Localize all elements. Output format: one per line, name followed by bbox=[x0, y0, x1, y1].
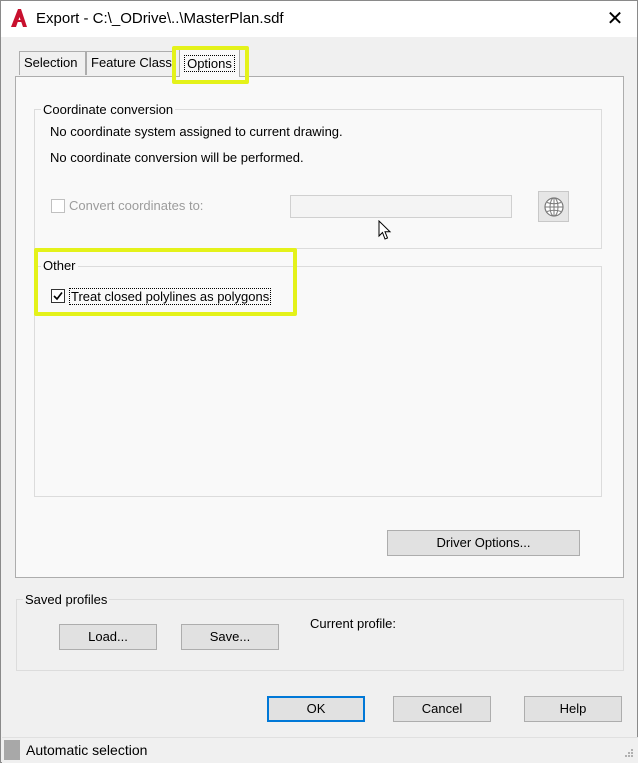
save-profile-button[interactable]: Save... bbox=[181, 624, 279, 650]
autocad-app-icon bbox=[11, 9, 27, 27]
close-icon[interactable]: ✕ bbox=[597, 5, 633, 33]
tab-label: Feature Class bbox=[91, 55, 172, 70]
status-bar: Automatic selection bbox=[2, 737, 638, 763]
driver-options-button[interactable]: Driver Options... bbox=[387, 530, 580, 556]
no-conversion-text: No coordinate conversion will be perform… bbox=[50, 150, 304, 165]
tab-label: Selection bbox=[24, 55, 78, 70]
coordinate-conversion-label: Coordinate conversion bbox=[41, 102, 176, 117]
convert-coordinates-checkbox[interactable] bbox=[51, 199, 65, 213]
resize-grip-icon[interactable] bbox=[622, 748, 634, 760]
globe-icon bbox=[544, 197, 564, 217]
convert-coordinates-label: Convert coordinates to: bbox=[69, 198, 204, 213]
status-text: Automatic selection bbox=[26, 742, 148, 758]
tab-selection[interactable]: Selection bbox=[19, 51, 86, 75]
window-title: Export - C:\_ODrive\..\MasterPlan.sdf bbox=[36, 10, 284, 27]
load-profile-button[interactable]: Load... bbox=[59, 624, 157, 650]
mouse-cursor-icon bbox=[378, 220, 392, 240]
tab-feature-class[interactable]: Feature Class bbox=[86, 51, 176, 75]
coordinate-system-field[interactable] bbox=[290, 195, 512, 218]
cancel-button[interactable]: Cancel bbox=[393, 696, 491, 722]
no-coordinate-system-text: No coordinate system assigned to current… bbox=[50, 124, 343, 139]
saved-profiles-label: Saved profiles bbox=[23, 592, 110, 607]
export-dialog: Export - C:\_ODrive\..\MasterPlan.sdf ✕ … bbox=[0, 0, 638, 763]
title-bar[interactable]: Export - C:\_ODrive\..\MasterPlan.sdf ✕ bbox=[1, 1, 637, 37]
current-profile-label: Current profile: bbox=[310, 616, 396, 631]
other-group-highlight bbox=[34, 248, 297, 316]
status-indicator-icon bbox=[4, 740, 20, 760]
tab-options-highlight bbox=[172, 46, 249, 84]
help-button[interactable]: Help bbox=[524, 696, 622, 722]
coordinate-system-picker-button[interactable] bbox=[538, 191, 569, 222]
ok-button[interactable]: OK bbox=[267, 696, 365, 722]
